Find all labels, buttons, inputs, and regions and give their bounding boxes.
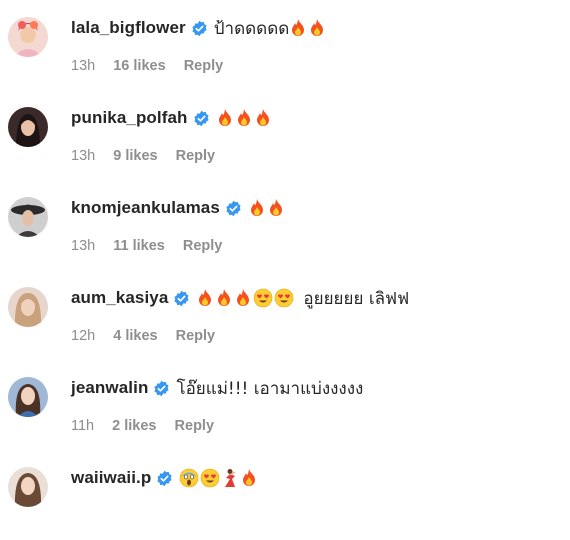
heart-eyes-emoji-icon bbox=[253, 288, 273, 308]
username[interactable]: lala_bigflower bbox=[71, 18, 186, 38]
fire-emoji-icon bbox=[254, 108, 272, 128]
fire-emoji-icon bbox=[240, 468, 258, 488]
comment-item: lala_bigflower ป้าดดดดด 13h 16 likes Rep… bbox=[0, 0, 570, 90]
fire-emoji-icon bbox=[234, 288, 252, 308]
verified-badge-icon bbox=[156, 470, 173, 487]
comment-text: ป้าดดดดด bbox=[213, 18, 290, 39]
comment-time: 13h bbox=[71, 58, 96, 74]
username[interactable]: knomjeankulamas bbox=[71, 198, 220, 218]
comment-time: 13h bbox=[71, 148, 96, 164]
fire-emoji-icon bbox=[235, 108, 253, 128]
likes-count[interactable]: 11 likes bbox=[113, 238, 165, 254]
user-avatar[interactable] bbox=[8, 287, 48, 327]
user-avatar[interactable] bbox=[8, 467, 48, 507]
comment-item: knomjeankulamas 13h 11 likes Reply bbox=[0, 180, 570, 270]
user-avatar[interactable] bbox=[8, 377, 48, 417]
reply-button[interactable]: Reply bbox=[183, 238, 223, 254]
fire-emoji-icon bbox=[216, 108, 234, 128]
verified-badge-icon bbox=[173, 290, 190, 307]
username[interactable]: aum_kasiya bbox=[71, 288, 168, 308]
fire-emoji-icon bbox=[196, 288, 214, 308]
verified-badge-icon bbox=[193, 110, 210, 127]
reply-button[interactable]: Reply bbox=[176, 148, 216, 164]
verified-badge-icon bbox=[153, 380, 170, 397]
comment-text: อูยยยยย เลิฟฟ bbox=[303, 288, 410, 309]
username[interactable]: punika_polfah bbox=[71, 108, 188, 128]
scream-emoji-icon bbox=[179, 468, 199, 488]
fire-emoji-icon bbox=[308, 18, 326, 38]
fire-emoji-icon bbox=[289, 18, 307, 38]
likes-count[interactable]: 2 likes bbox=[112, 418, 156, 434]
reply-button[interactable]: Reply bbox=[175, 418, 215, 434]
fire-emoji-icon bbox=[267, 198, 285, 218]
comment-item: punika_polfah 13h 9 likes Reply bbox=[0, 90, 570, 180]
comment-time: 12h bbox=[71, 328, 96, 344]
likes-count[interactable]: 16 likes bbox=[113, 58, 165, 74]
user-avatar[interactable] bbox=[8, 197, 48, 237]
user-avatar[interactable] bbox=[8, 17, 48, 57]
verified-badge-icon bbox=[191, 20, 208, 37]
heart-eyes-emoji-icon bbox=[200, 468, 220, 488]
fire-emoji-icon bbox=[248, 198, 266, 218]
comment-time: 13h bbox=[71, 238, 96, 254]
comment-item: jeanwalin โอ๊ยแม่!!! เอามาแบ่งงงงง 11h 2… bbox=[0, 360, 570, 450]
username[interactable]: waiiwaii.p bbox=[71, 468, 151, 488]
reply-button[interactable]: Reply bbox=[176, 328, 216, 344]
username[interactable]: jeanwalin bbox=[71, 378, 148, 398]
comment-item: waiiwaii.p bbox=[0, 450, 570, 540]
comment-text: โอ๊ยแม่!!! เอามาแบ่งงงงง bbox=[176, 378, 364, 399]
user-avatar[interactable] bbox=[8, 107, 48, 147]
dancer-emoji-icon bbox=[221, 468, 239, 488]
reply-button[interactable]: Reply bbox=[184, 58, 224, 74]
likes-count[interactable]: 4 likes bbox=[113, 328, 157, 344]
verified-badge-icon bbox=[225, 200, 242, 217]
comment-time: 11h bbox=[71, 418, 95, 434]
likes-count[interactable]: 9 likes bbox=[113, 148, 157, 164]
heart-eyes-emoji-icon bbox=[274, 288, 294, 308]
fire-emoji-icon bbox=[215, 288, 233, 308]
comment-item: aum_kasiya อูยยยยย เลิฟฟ 12h 4 likes Rep… bbox=[0, 270, 570, 360]
